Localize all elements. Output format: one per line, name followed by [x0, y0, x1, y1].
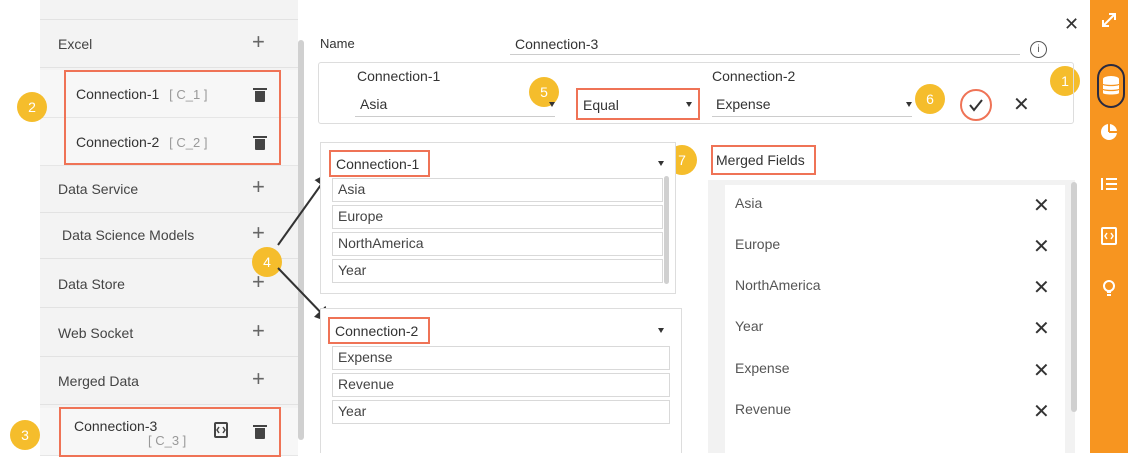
expand-icon[interactable]: [1099, 10, 1119, 30]
section-label: Merged Data: [58, 373, 139, 389]
bulb-icon[interactable]: [1099, 278, 1119, 298]
left-connection-label: Connection-1: [357, 68, 441, 84]
merged-field-label: Asia: [735, 195, 763, 211]
add-merged-data-plus-icon[interactable]: +: [252, 368, 265, 390]
name-label: Name: [320, 36, 355, 51]
merged-field-row: Year ✕: [725, 307, 1055, 347]
callout-badge-2: 2: [17, 92, 47, 122]
left-field-select[interactable]: Asia: [360, 96, 387, 112]
chevron-down-icon[interactable]: [906, 102, 912, 107]
add-model-plus-icon[interactable]: +: [252, 222, 265, 244]
merged-field-label: Expense: [735, 360, 790, 376]
name-input[interactable]: Connection-3: [515, 36, 598, 52]
merged-field-row: NorthAmerica ✕: [725, 266, 1055, 306]
right-connection-label: Connection-2: [712, 68, 796, 84]
right-toolbar: [1090, 0, 1128, 453]
remove-field-close-icon[interactable]: ✕: [1033, 196, 1050, 216]
merged-fields-title: Merged Fields: [716, 152, 805, 168]
section-label: Data Service: [58, 181, 139, 197]
section-label: Data Science Models: [62, 227, 195, 243]
section-data-service[interactable]: Data Service +: [40, 167, 298, 213]
field-item[interactable]: Expense: [332, 346, 670, 370]
remove-field-close-icon[interactable]: ✕: [1033, 361, 1050, 381]
field-item[interactable]: NorthAmerica: [332, 232, 663, 256]
field-item[interactable]: Revenue: [332, 373, 670, 397]
database-tab[interactable]: [1097, 64, 1125, 108]
data-connectors-panel: Excel + Connection-1 [ C_1 ] Connection-…: [40, 0, 304, 456]
panel-top-strip: [40, 0, 298, 20]
remove-field-close-icon[interactable]: ✕: [1033, 402, 1050, 422]
merged-field-row: Expense ✕: [725, 349, 1055, 389]
merged-field-row: Asia ✕: [725, 184, 1055, 224]
database-icon: [1102, 76, 1120, 95]
check-icon: [969, 99, 983, 112]
field-item[interactable]: Europe: [332, 205, 663, 229]
field-item[interactable]: Year: [332, 259, 663, 283]
highlight-excel-connections: [64, 70, 281, 165]
callout-badge-3: 3: [10, 420, 40, 450]
close-icon[interactable]: ✕: [1064, 14, 1079, 34]
section-label: Excel: [58, 36, 93, 52]
merged-field-row: Revenue ✕: [725, 390, 1055, 430]
remove-field-close-icon[interactable]: ✕: [1033, 237, 1050, 257]
operator-select[interactable]: Equal: [576, 88, 700, 120]
merged-field-label: Europe: [735, 236, 781, 252]
chevron-down-icon[interactable]: [658, 328, 664, 333]
merged-field-label: Year: [735, 318, 764, 334]
pie-chart-icon[interactable]: [1099, 122, 1119, 142]
chevron-down-icon[interactable]: [658, 161, 664, 166]
operator-value: Equal: [583, 97, 619, 113]
remove-field-close-icon[interactable]: ✕: [1033, 319, 1050, 339]
field-item[interactable]: Asia: [332, 178, 663, 202]
connection-1-scrollbar[interactable]: [664, 176, 669, 284]
section-label: Web Socket: [58, 325, 134, 341]
chevron-down-icon: [686, 102, 692, 107]
highlight-merged-connection: [59, 407, 281, 457]
merged-field-row: Europe ✕: [725, 225, 1055, 265]
merged-fields-scrollbar[interactable]: [1071, 182, 1077, 412]
list-icon[interactable]: [1099, 174, 1119, 194]
add-web-socket-plus-icon[interactable]: +: [252, 320, 265, 342]
confirm-join-button[interactable]: [960, 89, 992, 121]
add-excel-plus-icon[interactable]: +: [252, 31, 265, 53]
right-field-select[interactable]: Expense: [716, 96, 770, 112]
connection-2-select[interactable]: Connection-2: [335, 323, 418, 339]
merged-field-label: Revenue: [735, 401, 792, 417]
merged-field-label: NorthAmerica: [735, 277, 821, 293]
field-item[interactable]: Year: [332, 400, 670, 424]
section-web-socket[interactable]: Web Socket +: [40, 311, 298, 357]
remove-field-close-icon[interactable]: ✕: [1033, 278, 1050, 298]
chevron-down-icon[interactable]: [549, 102, 555, 107]
right-field-underline: [712, 116, 912, 117]
section-merged-data[interactable]: Merged Data +: [40, 359, 298, 405]
info-icon[interactable]: i: [1030, 41, 1047, 58]
left-field-underline: [355, 116, 555, 117]
section-label: Data Store: [58, 276, 125, 292]
section-excel[interactable]: Excel +: [40, 22, 298, 68]
name-underline: [510, 54, 1020, 55]
connection-1-select[interactable]: Connection-1: [336, 156, 419, 172]
cancel-join-close-icon[interactable]: ✕: [1013, 95, 1030, 115]
code-icon[interactable]: [1099, 226, 1119, 246]
add-data-service-plus-icon[interactable]: +: [252, 176, 265, 198]
